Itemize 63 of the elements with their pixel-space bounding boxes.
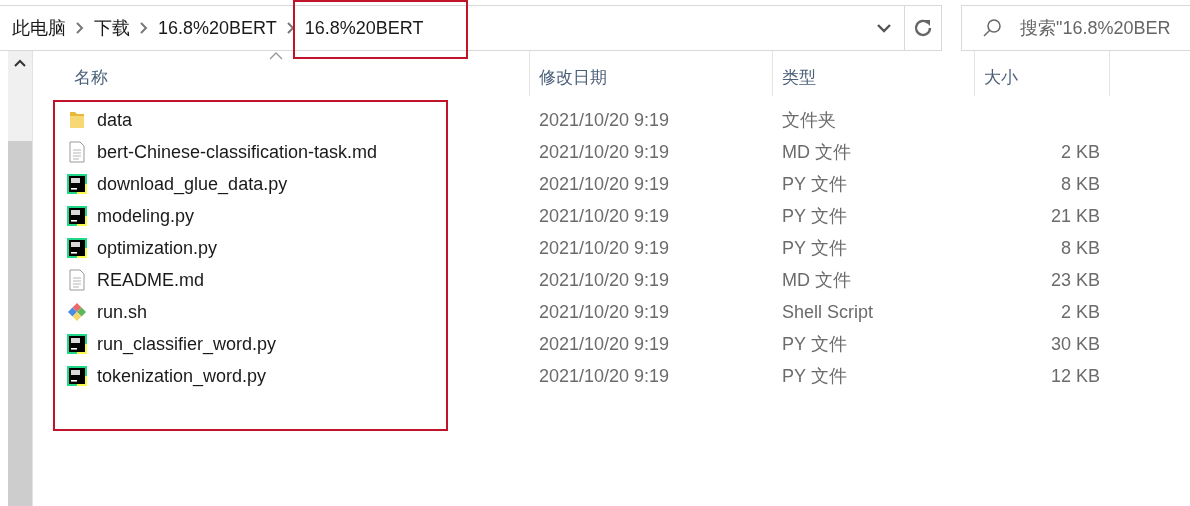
breadcrumb-item[interactable]: 此电脑 [12, 16, 66, 40]
pycharm-file-icon [67, 333, 87, 355]
refresh-icon [913, 18, 933, 38]
file-size: 2 KB [1059, 141, 1101, 163]
column-header[interactable]: 修改日期 [530, 51, 773, 96]
document-icon [67, 141, 87, 163]
file-type: PY 文件 [781, 365, 848, 388]
search-box[interactable]: 搜索"16.8%20BER [961, 5, 1190, 51]
search-icon [982, 18, 1002, 38]
file-name[interactable]: data [97, 109, 133, 131]
file-type: PY 文件 [781, 173, 848, 196]
file-type: Shell Script [781, 301, 875, 323]
diamond-icon [67, 301, 87, 323]
chevron-right-icon [286, 22, 295, 34]
file-size: 30 KB [1049, 333, 1101, 355]
file-size: 21 KB [1049, 205, 1101, 227]
chevron-down-icon [877, 23, 891, 33]
file-name[interactable]: bert-Chinese-classification-task.md [97, 141, 378, 163]
document-icon [67, 269, 87, 291]
file-size: 23 KB [1049, 269, 1101, 291]
pycharm-file-icon [67, 365, 87, 387]
file-name[interactable]: download_glue_data.py [97, 173, 288, 195]
column-header[interactable]: 名称 [65, 51, 530, 96]
pycharm-file-icon [67, 237, 87, 259]
sort-caret-icon [269, 51, 284, 60]
modified-date: 2021/10/20 9:19 [538, 333, 671, 355]
address-bar[interactable]: 此电脑 下载 16.8%20BERT 16.8%20BERT [0, 5, 942, 51]
column-header[interactable]: 大小 [975, 51, 1110, 96]
chevron-right-icon [76, 22, 84, 34]
modified-date: 2021/10/20 9:19 [538, 141, 671, 163]
modified-date: 2021/10/20 9:19 [538, 109, 671, 131]
file-type: PY 文件 [781, 205, 848, 228]
file-size: 8 KB [1059, 237, 1101, 259]
file-name[interactable]: README.md [97, 269, 204, 291]
pycharm-file-icon [67, 173, 87, 195]
scroll-up-icon[interactable] [14, 59, 26, 67]
breadcrumb-item[interactable]: 下载 [94, 16, 130, 40]
file-size: 8 KB [1059, 173, 1101, 195]
scrollbar[interactable] [8, 51, 33, 506]
file-type: MD 文件 [781, 141, 852, 164]
file-type: MD 文件 [781, 269, 852, 292]
chevron-right-icon [140, 22, 148, 34]
file-name[interactable]: run.sh [97, 301, 148, 323]
breadcrumb-item[interactable]: 16.8%20BERT [304, 17, 424, 39]
file-name[interactable]: tokenization_word.py [97, 365, 267, 387]
file-name[interactable]: optimization.py [97, 237, 218, 259]
file-size: 12 KB [1049, 365, 1101, 387]
file-type: PY 文件 [781, 333, 848, 356]
pycharm-file-icon [67, 205, 87, 227]
modified-date: 2021/10/20 9:19 [538, 173, 671, 195]
file-type: PY 文件 [781, 237, 848, 260]
breadcrumb-item[interactable]: 16.8%20BERT [158, 17, 277, 39]
folder-icon [67, 109, 87, 131]
modified-date: 2021/10/20 9:19 [538, 237, 671, 259]
file-type: 文件夹 [781, 109, 837, 132]
modified-date: 2021/10/20 9:19 [538, 205, 671, 227]
file-name[interactable]: modeling.py [97, 205, 195, 227]
file-name[interactable]: run_classifier_word.py [97, 333, 277, 355]
column-header[interactable]: 类型 [773, 51, 975, 96]
modified-date: 2021/10/20 9:19 [538, 301, 671, 323]
file-size: 2 KB [1059, 301, 1101, 323]
modified-date: 2021/10/20 9:19 [538, 269, 671, 291]
modified-date: 2021/10/20 9:19 [538, 365, 671, 387]
